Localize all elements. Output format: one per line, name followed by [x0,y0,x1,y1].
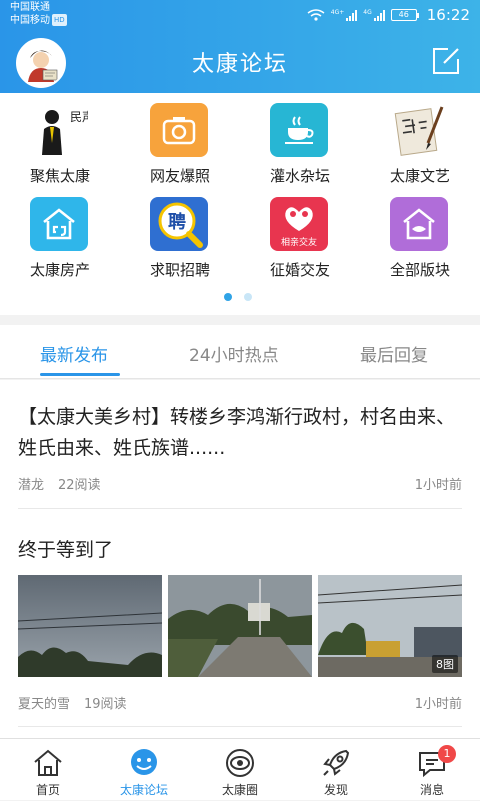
nav-home[interactable]: 首页 [0,739,96,801]
news-figure-icon: 民声 [30,103,88,157]
battery-icon: 46 [390,9,419,21]
calligraphy-icon [390,103,448,157]
category-item[interactable]: 相亲交友 征婚交友 [240,187,360,287]
coffee-cup-icon [270,103,328,157]
post-time: 1小时前 [414,697,462,712]
post-meta: 潜龙 22阅读 [18,474,101,493]
signal-2-icon: 4G [363,9,385,21]
category-item[interactable]: 太康房产 [0,187,120,287]
page-title: 太康论坛 [191,52,288,77]
page-dot[interactable] [244,293,252,301]
post-meta: 夏天的雪 19阅读 [18,693,127,712]
tab-indicator [40,373,120,376]
nav-label: 首页 [35,783,60,797]
couple-heart-icon: 相亲交友 [270,197,328,251]
post-photo[interactable] [18,575,162,677]
carrier-info: 中国联通 中国移动 HD [10,2,67,27]
tab-last-reply[interactable]: 最后回复 [360,341,428,366]
tab-24h-hot[interactable]: 24小时热点 [189,341,279,366]
camera-icon [150,103,208,157]
page-indicator [224,293,252,301]
category-item[interactable]: 聘 求职招聘 [120,187,240,287]
top-bar: 中国联通 中国移动 HD 4G+ 4G 46 16:22 太康论坛 [0,0,480,93]
post-title[interactable]: 【太康大美乡村】转楼乡李鸿渐行政村，村名由来、姓氏由来、姓氏族谱...... [18,402,464,464]
divider [18,508,462,509]
post-time: 1小时前 [414,478,462,493]
svg-text:聘: 聘 [168,211,186,233]
status-bar: 中国联通 中国移动 HD 4G+ 4G 46 16:22 [0,0,480,30]
svg-text:相亲交友: 相亲交友 [281,236,317,248]
post-photo[interactable] [168,575,312,677]
recruit-icon: 聘 [150,197,208,251]
forum-icon [131,749,157,775]
nav-label: 太康论坛 [119,783,168,797]
house-icon [30,197,88,251]
svg-text:民声: 民声 [70,110,88,124]
status-icons: 4G+ 4G 46 16:22 [307,6,470,24]
category-item[interactable]: 全部版块 [360,187,480,287]
post-title[interactable]: 终于等到了 [18,535,113,562]
unread-badge: 1 [438,745,456,763]
nav-label: 消息 [419,783,444,797]
divider [18,726,462,727]
category-grid: 民声 聚焦太康 网友爆照 灌水杂坛 [0,93,480,315]
category-label: 求职招聘 [149,261,210,279]
all-sections-icon [390,197,448,251]
feed-tabs: 最新发布 24小时热点 最后回复 [0,325,480,379]
category-label: 网友爆照 [149,167,210,185]
post-author[interactable]: 潜龙 [18,478,44,493]
page-dot-active[interactable] [224,293,232,301]
circle-eye-icon [226,749,254,777]
post-author[interactable]: 夏天的雪 [18,697,70,712]
compose-icon[interactable] [430,45,462,77]
hd-tag: HD [52,14,67,26]
nav-label: 发现 [323,783,348,797]
category-item[interactable]: 灌水杂坛 [240,93,360,193]
nav-forum[interactable]: 太康论坛 [96,739,192,801]
category-label: 聚焦太康 [29,167,90,185]
post-feed: 【太康大美乡村】转楼乡李鸿渐行政村，村名由来、姓氏由来、姓氏族谱...... 潜… [0,380,480,738]
nav-label: 太康圈 [221,783,258,797]
photo-count-badge: 8图 [432,655,458,673]
category-label: 灌水杂坛 [269,167,330,185]
category-item[interactable]: 网友爆照 [120,93,240,193]
category-item[interactable]: 太康文艺 [360,93,480,193]
nav-circle[interactable]: 太康圈 [192,739,288,801]
carrier-1: 中国联通 [10,2,50,13]
bottom-navigation: 首页 太康论坛 太康圈 发现 1 消息 [0,738,480,800]
clock: 16:22 [426,6,470,24]
post-reads: 22阅读 [58,478,101,493]
post-reads: 19阅读 [84,697,127,712]
nav-messages[interactable]: 1 消息 [384,739,480,801]
post-photo[interactable]: 8图 [318,575,462,677]
nav-discover[interactable]: 发现 [288,739,384,801]
tab-latest[interactable]: 最新发布 [40,341,108,366]
category-label: 征婚交友 [269,261,330,279]
wifi-icon [307,9,325,21]
category-label: 全部版块 [389,261,450,279]
category-label: 太康文艺 [389,167,450,185]
home-icon [34,749,62,776]
carrier-2: 中国移动 HD [10,14,67,26]
category-item[interactable]: 民声 聚焦太康 [0,93,120,193]
category-label: 太康房产 [29,261,90,279]
rocket-icon [323,749,350,776]
signal-1-icon: 4G+ [331,9,358,21]
